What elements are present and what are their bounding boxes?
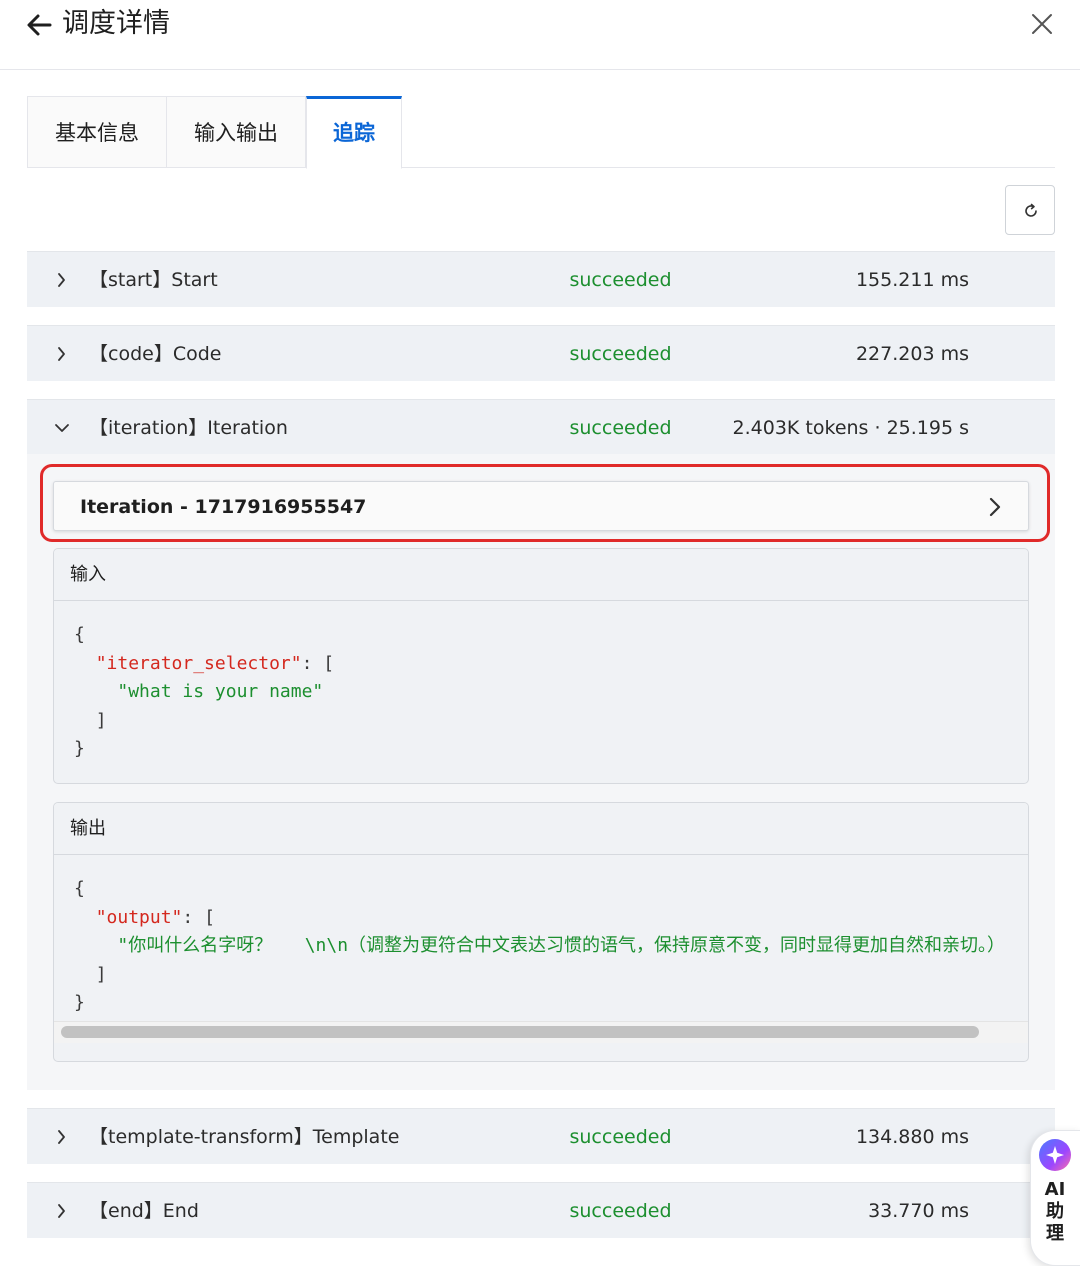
tab-input-output[interactable]: 输入输出	[166, 96, 306, 168]
trace-row-template[interactable]: 【template-transform】Template succeeded 1…	[27, 1108, 1055, 1164]
ai-assistant-label: AI 助理	[1044, 1179, 1066, 1244]
iteration-item[interactable]: Iteration - 1717916955547	[53, 481, 1029, 531]
trace-row-code[interactable]: 【code】Code succeeded 227.203 ms	[27, 325, 1055, 381]
chevron-down-icon	[55, 424, 69, 432]
status-label: succeeded	[569, 269, 672, 291]
input-panel-header: 输入	[54, 549, 1028, 601]
refresh-button[interactable]	[1005, 185, 1055, 235]
output-panel-header: 输出	[54, 803, 1028, 855]
trace-node-name: 【end】End	[89, 1200, 199, 1222]
trace-node-name: 【start】Start	[89, 269, 218, 291]
trace-row-iteration[interactable]: 【iteration】Iteration succeeded 2.403K to…	[27, 399, 1055, 455]
output-json[interactable]: { "output": [ "你叫什么名字呀？ \n\n（调整为更符合中文表达习…	[74, 875, 1005, 1018]
scrollbar-thumb[interactable]	[61, 1026, 979, 1038]
trace-node-name: 【iteration】Iteration	[89, 417, 288, 439]
status-label: succeeded	[569, 1200, 672, 1222]
chevron-right-icon	[58, 1130, 65, 1144]
chevron-right-icon	[58, 347, 65, 361]
chevron-right-icon	[989, 497, 1001, 517]
duration-label: 155.211 ms	[855, 269, 969, 291]
ai-assistant-logo-icon	[1039, 1139, 1071, 1171]
input-panel: 输入 { "iterator_selector": [ "what is you…	[53, 548, 1029, 784]
chevron-right-icon	[58, 1204, 65, 1218]
status-label: succeeded	[569, 343, 672, 365]
close-icon[interactable]	[1030, 12, 1054, 36]
duration-label: 134.880 ms	[855, 1126, 969, 1148]
tab-trace[interactable]: 追踪	[306, 96, 402, 169]
chevron-right-icon	[58, 273, 65, 287]
status-label: succeeded	[569, 1126, 672, 1148]
input-label: 输入	[70, 564, 106, 585]
status-label: succeeded	[569, 417, 672, 439]
tab-bar: 基本信息 输入输出 追踪	[27, 96, 1055, 169]
arrow-left-icon[interactable]	[26, 10, 54, 40]
iteration-title: Iteration - 1717916955547	[80, 496, 367, 518]
duration-label: 227.203 ms	[855, 343, 969, 365]
trace-node-name: 【code】Code	[89, 343, 222, 365]
horizontal-scrollbar[interactable]	[54, 1021, 1028, 1043]
output-label: 输出	[70, 818, 106, 839]
trace-row-start[interactable]: 【start】Start succeeded 155.211 ms	[27, 251, 1055, 307]
duration-label: 33.770 ms	[868, 1200, 969, 1222]
refresh-icon	[1025, 203, 1037, 217]
trace-node-name: 【template-transform】Template	[89, 1126, 400, 1148]
page-title: 调度详情	[62, 8, 170, 39]
trace-row-end[interactable]: 【end】End succeeded 33.770 ms	[27, 1182, 1055, 1238]
input-json[interactable]: { "iterator_selector": [ "what is your n…	[74, 621, 334, 764]
drawer-header: 调度详情	[0, 0, 1080, 70]
tokens-duration-label: 2.403K tokens · 25.195 s	[732, 417, 969, 439]
tab-basic-info[interactable]: 基本信息	[27, 96, 167, 168]
output-panel: 输出 { "output": [ "你叫什么名字呀？ \n\n（调整为更符合中文…	[53, 802, 1029, 1062]
ai-assistant-button[interactable]: AI 助理	[1030, 1130, 1080, 1266]
